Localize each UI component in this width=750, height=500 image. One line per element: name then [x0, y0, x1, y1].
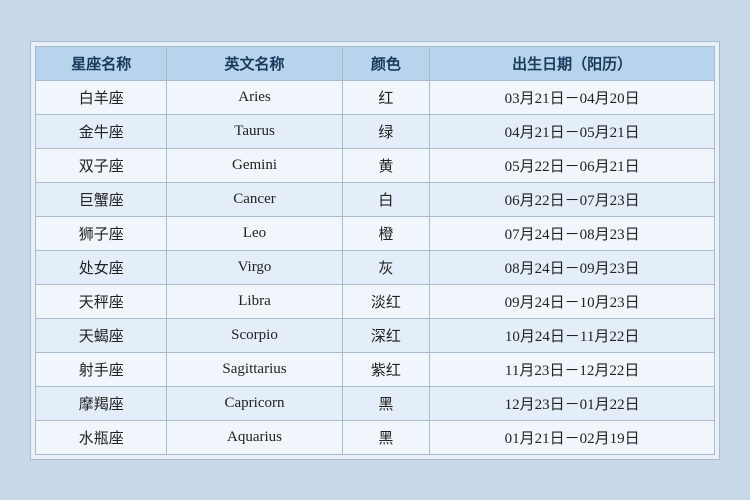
cell-chinese: 天秤座 — [36, 284, 167, 318]
table-row: 天秤座Libra淡红09月24日－10月23日 — [36, 284, 715, 318]
cell-date: 01月21日－02月19日 — [430, 420, 715, 454]
cell-date: 05月22日－06月21日 — [430, 148, 715, 182]
table-body: 白羊座Aries红03月21日－04月20日金牛座Taurus绿04月21日－0… — [36, 80, 715, 454]
zodiac-table: 星座名称 英文名称 颜色 出生日期（阳历） 白羊座Aries红03月21日－04… — [35, 46, 715, 455]
table-row: 摩羯座Capricorn黑12月23日－01月22日 — [36, 386, 715, 420]
cell-date: 03月21日－04月20日 — [430, 80, 715, 114]
cell-date: 12月23日－01月22日 — [430, 386, 715, 420]
cell-date: 09月24日－10月23日 — [430, 284, 715, 318]
table-row: 狮子座Leo橙07月24日－08月23日 — [36, 216, 715, 250]
cell-chinese: 巨蟹座 — [36, 182, 167, 216]
cell-date: 04月21日－05月21日 — [430, 114, 715, 148]
cell-chinese: 白羊座 — [36, 80, 167, 114]
cell-english: Aquarius — [167, 420, 342, 454]
table-row: 巨蟹座Cancer白06月22日－07月23日 — [36, 182, 715, 216]
cell-english: Gemini — [167, 148, 342, 182]
header-chinese-name: 星座名称 — [36, 46, 167, 80]
cell-english: Sagittarius — [167, 352, 342, 386]
cell-english: Leo — [167, 216, 342, 250]
cell-date: 08月24日－09月23日 — [430, 250, 715, 284]
cell-english: Scorpio — [167, 318, 342, 352]
zodiac-table-container: 星座名称 英文名称 颜色 出生日期（阳历） 白羊座Aries红03月21日－04… — [30, 41, 720, 460]
header-english-name: 英文名称 — [167, 46, 342, 80]
cell-color: 黑 — [342, 386, 430, 420]
cell-english: Aries — [167, 80, 342, 114]
cell-chinese: 水瓶座 — [36, 420, 167, 454]
table-row: 双子座Gemini黄05月22日－06月21日 — [36, 148, 715, 182]
cell-english: Capricorn — [167, 386, 342, 420]
cell-english: Cancer — [167, 182, 342, 216]
table-row: 白羊座Aries红03月21日－04月20日 — [36, 80, 715, 114]
cell-chinese: 天蝎座 — [36, 318, 167, 352]
cell-chinese: 摩羯座 — [36, 386, 167, 420]
cell-date: 07月24日－08月23日 — [430, 216, 715, 250]
table-row: 金牛座Taurus绿04月21日－05月21日 — [36, 114, 715, 148]
cell-color: 淡红 — [342, 284, 430, 318]
cell-chinese: 双子座 — [36, 148, 167, 182]
cell-english: Libra — [167, 284, 342, 318]
cell-color: 灰 — [342, 250, 430, 284]
cell-color: 紫红 — [342, 352, 430, 386]
cell-english: Virgo — [167, 250, 342, 284]
cell-date: 11月23日－12月22日 — [430, 352, 715, 386]
cell-chinese: 处女座 — [36, 250, 167, 284]
cell-chinese: 金牛座 — [36, 114, 167, 148]
table-row: 天蝎座Scorpio深红10月24日－11月22日 — [36, 318, 715, 352]
cell-color: 红 — [342, 80, 430, 114]
cell-date: 10月24日－11月22日 — [430, 318, 715, 352]
cell-date: 06月22日－07月23日 — [430, 182, 715, 216]
header-color: 颜色 — [342, 46, 430, 80]
cell-color: 黑 — [342, 420, 430, 454]
cell-color: 绿 — [342, 114, 430, 148]
table-header-row: 星座名称 英文名称 颜色 出生日期（阳历） — [36, 46, 715, 80]
cell-color: 黄 — [342, 148, 430, 182]
cell-color: 深红 — [342, 318, 430, 352]
cell-chinese: 狮子座 — [36, 216, 167, 250]
cell-color: 橙 — [342, 216, 430, 250]
cell-color: 白 — [342, 182, 430, 216]
table-row: 处女座Virgo灰08月24日－09月23日 — [36, 250, 715, 284]
table-row: 射手座Sagittarius紫红11月23日－12月22日 — [36, 352, 715, 386]
table-row: 水瓶座Aquarius黑01月21日－02月19日 — [36, 420, 715, 454]
cell-chinese: 射手座 — [36, 352, 167, 386]
header-birthdate: 出生日期（阳历） — [430, 46, 715, 80]
cell-english: Taurus — [167, 114, 342, 148]
